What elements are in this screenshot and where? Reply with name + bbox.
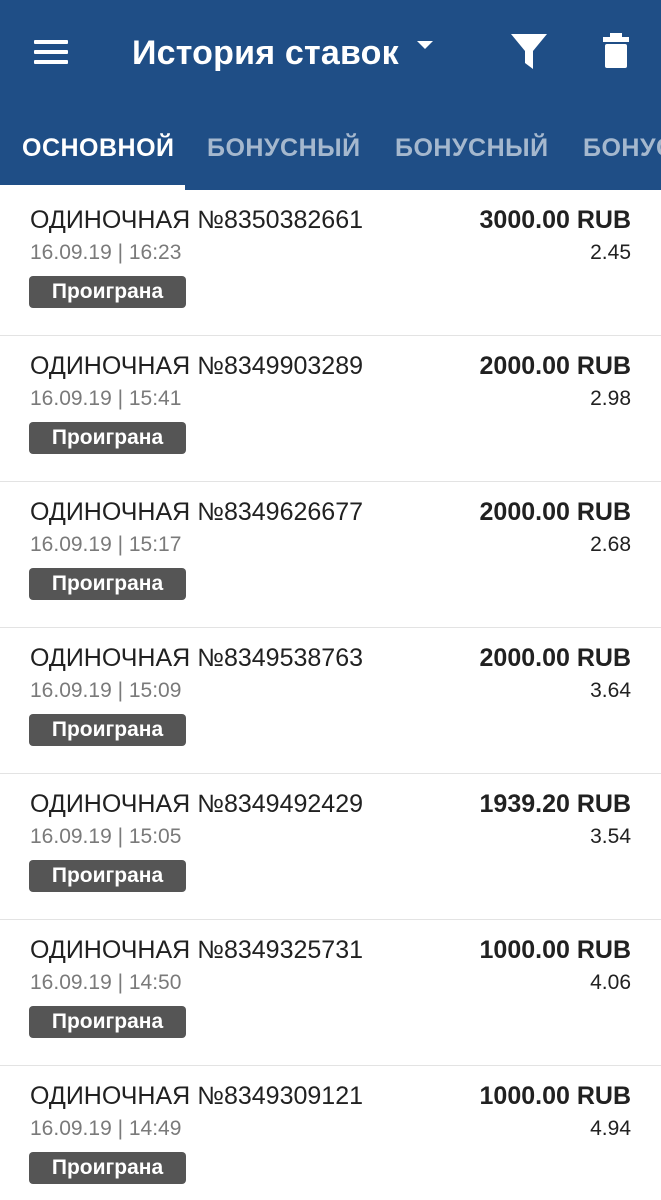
status-badge: Проиграна [29,276,186,308]
tab-bonus-1[interactable]: БОНУСНЫЙ [207,106,361,190]
bet-amount: 2000.00 RUB [479,644,631,672]
bet-history-list: ОДИНОЧНАЯ №8350382661 16.09.19 | 16:23 П… [0,190,661,1200]
status-badge: Проиграна [29,1152,186,1184]
bet-title: ОДИНОЧНАЯ №8349538763 [30,644,363,672]
bet-coefficient: 3.64 [590,679,631,702]
bet-datetime: 16.09.19 | 14:49 [30,1117,182,1140]
bet-datetime: 16.09.19 | 15:17 [30,533,182,556]
bet-row[interactable]: ОДИНОЧНАЯ №8349492429 16.09.19 | 15:05 П… [0,774,661,920]
status-badge: Проиграна [29,860,186,892]
app-bar: История ставок ОСНОВНОЙ БОНУСНЫЙ БОНУСНЫ… [0,0,661,190]
bet-title: ОДИНОЧНАЯ №8349626677 [30,498,363,526]
bet-amount: 1000.00 RUB [479,936,631,964]
status-badge: Проиграна [29,568,186,600]
bet-title: ОДИНОЧНАЯ №8349492429 [30,790,363,818]
bet-coefficient: 4.06 [590,971,631,994]
page-title-dropdown[interactable]: История ставок [132,30,433,76]
bet-datetime: 16.09.19 | 15:05 [30,825,182,848]
bet-amount: 1939.20 RUB [479,790,631,818]
toolbar: История ставок [0,0,661,106]
filter-icon[interactable] [510,32,548,72]
bet-coefficient: 2.98 [590,387,631,410]
bet-coefficient: 3.54 [590,825,631,848]
tab-bonus-3[interactable]: БОНУС [583,106,661,190]
bet-coefficient: 4.94 [590,1117,631,1140]
bet-row[interactable]: ОДИНОЧНАЯ №8350382661 16.09.19 | 16:23 П… [0,190,661,336]
hamburger-menu-icon[interactable] [34,38,70,66]
bet-datetime: 16.09.19 | 15:41 [30,387,182,410]
bet-row[interactable]: ОДИНОЧНАЯ №8349538763 16.09.19 | 15:09 П… [0,628,661,774]
status-badge: Проиграна [29,422,186,454]
bet-row[interactable]: ОДИНОЧНАЯ №8349309121 16.09.19 | 14:49 П… [0,1066,661,1200]
tab-bonus-2[interactable]: БОНУСНЫЙ [395,106,549,190]
bet-title: ОДИНОЧНАЯ №8349309121 [30,1082,363,1110]
menu-bar [34,60,68,64]
caret-down-icon [416,41,433,49]
bet-title: ОДИНОЧНАЯ №8349325731 [30,936,363,964]
menu-bar [34,40,68,44]
status-badge: Проиграна [29,714,186,746]
bet-datetime: 16.09.19 | 14:50 [30,971,182,994]
bet-coefficient: 2.45 [590,241,631,264]
bet-row[interactable]: ОДИНОЧНАЯ №8349903289 16.09.19 | 15:41 П… [0,336,661,482]
bet-amount: 1000.00 RUB [479,1082,631,1110]
bet-coefficient: 2.68 [590,533,631,556]
bet-datetime: 16.09.19 | 16:23 [30,241,182,264]
page-title: История ставок [132,33,399,72]
bet-amount: 2000.00 RUB [479,352,631,380]
bet-datetime: 16.09.19 | 15:09 [30,679,182,702]
bet-amount: 2000.00 RUB [479,498,631,526]
bet-row[interactable]: ОДИНОЧНАЯ №8349325731 16.09.19 | 14:50 П… [0,920,661,1066]
bet-amount: 3000.00 RUB [479,206,631,234]
trash-icon[interactable] [600,32,632,72]
menu-bar [34,50,68,54]
tab-main[interactable]: ОСНОВНОЙ [22,106,175,190]
bet-row[interactable]: ОДИНОЧНАЯ №8349626677 16.09.19 | 15:17 П… [0,482,661,628]
status-badge: Проиграна [29,1006,186,1038]
bet-title: ОДИНОЧНАЯ №8349903289 [30,352,363,380]
tab-bar: ОСНОВНОЙ БОНУСНЫЙ БОНУСНЫЙ БОНУС [0,106,661,190]
bet-title: ОДИНОЧНАЯ №8350382661 [30,206,363,234]
